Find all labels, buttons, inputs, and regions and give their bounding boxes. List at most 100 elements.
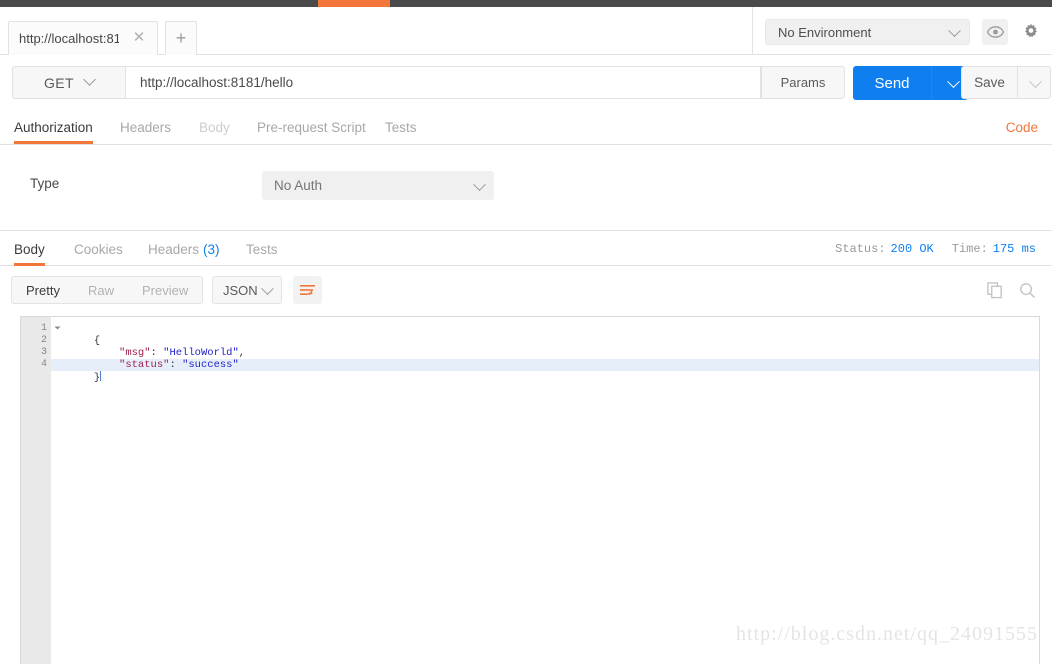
status-label: Status:: [835, 241, 886, 256]
time-value: 175 ms: [992, 241, 1036, 256]
auth-type-label: Type: [30, 176, 60, 191]
search-icon: [1020, 283, 1035, 298]
save-options-button[interactable]: [1017, 66, 1051, 99]
close-icon[interactable]: ✕: [131, 30, 147, 46]
authorization-panel: Type No Auth: [0, 145, 1052, 231]
code-token: ,: [238, 347, 246, 359]
settings-button[interactable]: [1018, 19, 1044, 45]
chevron-down-icon: [83, 73, 96, 86]
response-tabs: Body Cookies Headers (3) Tests Status: 2…: [0, 232, 1052, 266]
save-button[interactable]: Save: [961, 66, 1017, 99]
window-top-strip: [0, 0, 1052, 7]
url-input[interactable]: http://localhost:8181/hello: [125, 66, 761, 99]
view-preview-button[interactable]: Preview: [128, 277, 202, 303]
request-tab-label: http://localhost:818: [19, 31, 119, 46]
copy-icon: [987, 282, 1002, 299]
watermark: http://blog.csdn.net/qq_24091555: [736, 623, 1038, 646]
response-meta: Status: 200 OK Time: 175 ms: [835, 232, 1036, 265]
top-strip-accent: [318, 0, 390, 7]
environment-select-label: No Environment: [778, 24, 872, 40]
tab-pre-request-script[interactable]: Pre-request Script: [257, 110, 366, 144]
gutter-line: 1: [21, 323, 61, 335]
chevron-down-icon: [473, 177, 486, 191]
response-actions: [987, 282, 1036, 299]
tab-authorization[interactable]: Authorization: [14, 110, 93, 144]
plus-icon: +: [175, 28, 187, 48]
copy-button[interactable]: [987, 282, 1004, 299]
eye-icon: [986, 26, 1004, 38]
tab-tests[interactable]: Tests: [385, 110, 417, 144]
tab-headers[interactable]: Headers: [120, 110, 171, 144]
send-button[interactable]: Send: [853, 66, 931, 100]
line-number: 2: [40, 335, 47, 346]
search-button[interactable]: [1019, 282, 1036, 299]
tab-label: Cookies: [74, 241, 123, 257]
tab-bar: http://localhost:818 ✕ + No Environment: [0, 7, 1052, 55]
tab-label: Authorization: [14, 119, 93, 135]
tab-label: Pre-request Script: [257, 119, 366, 135]
request-tab[interactable]: http://localhost:818 ✕: [8, 21, 158, 55]
response-format-select[interactable]: JSON: [212, 276, 282, 304]
code-link-label: Code: [1005, 119, 1038, 135]
json-value: "success": [182, 359, 239, 371]
http-method-label: GET: [44, 74, 74, 91]
word-wrap-button[interactable]: [293, 276, 322, 304]
view-pretty-button[interactable]: Pretty: [12, 277, 74, 303]
gutter-line: 3: [21, 347, 51, 359]
view-label: Raw: [87, 282, 114, 298]
chevron-down-icon: [261, 282, 274, 296]
response-body-editor[interactable]: 1 2 3 4 { "msg": "HelloWorld", "status":…: [20, 316, 1040, 664]
response-view-group: Pretty Raw Preview: [11, 276, 204, 304]
response-format-label: JSON: [223, 282, 258, 298]
environment-select[interactable]: No Environment: [765, 19, 970, 45]
view-label: Preview: [141, 282, 189, 298]
editor-gutter: 1 2 3 4: [21, 317, 61, 664]
line-number: 4: [40, 359, 47, 370]
tab-label: Headers: [120, 119, 172, 135]
toolbar-divider: [752, 7, 753, 55]
gutter-line: 4: [21, 359, 51, 371]
editor-code-area[interactable]: { "msg": "HelloWorld", "status": "succes…: [51, 317, 1039, 664]
tab-label: Body: [199, 119, 230, 135]
environment-quick-look-button[interactable]: [982, 19, 1008, 45]
status-value: 200 OK: [890, 241, 934, 256]
tab-label: Tests: [246, 241, 278, 257]
request-tabs: Authorization Headers Body Pre-request S…: [0, 110, 1052, 145]
url-bar: GET http://localhost:8181/hello Params S…: [0, 55, 1052, 110]
code-line: {: [51, 323, 1039, 347]
code-line: "msg": "HelloWorld",: [51, 335, 1039, 359]
auth-type-value: No Auth: [274, 178, 323, 193]
headers-count-badge: (3): [203, 241, 220, 257]
chevron-down-icon: [947, 75, 960, 89]
tab-body[interactable]: Body: [199, 110, 230, 144]
text-cursor: [100, 371, 102, 381]
new-tab-button[interactable]: +: [165, 21, 197, 55]
response-tab-cookies[interactable]: Cookies: [74, 232, 123, 266]
tab-label: Body: [14, 241, 45, 257]
view-label: Pretty: [26, 282, 60, 298]
tab-label: Headers: [148, 241, 200, 257]
code-token: :: [150, 347, 164, 359]
line-number: 1: [40, 323, 47, 334]
json-key: "status": [119, 359, 170, 371]
line-number: 3: [40, 347, 47, 358]
word-wrap-icon: [300, 284, 315, 295]
http-method-select[interactable]: GET: [12, 66, 125, 99]
view-raw-button[interactable]: Raw: [74, 277, 128, 303]
json-value: "HelloWorld": [163, 347, 239, 359]
chevron-down-icon: [1029, 74, 1042, 88]
response-tab-headers[interactable]: Headers (3): [148, 232, 220, 266]
code-link[interactable]: Code: [1006, 110, 1038, 144]
params-label: Params: [780, 75, 826, 90]
auth-type-select[interactable]: No Auth: [262, 171, 494, 200]
time-label: Time:: [951, 241, 988, 256]
response-tab-body[interactable]: Body: [14, 232, 45, 266]
tab-label: Tests: [385, 119, 417, 135]
response-tab-tests[interactable]: Tests: [246, 232, 278, 266]
code-token: :: [169, 359, 183, 371]
save-label: Save: [974, 75, 1005, 90]
send-label: Send: [874, 74, 910, 92]
chevron-down-icon: [948, 24, 961, 38]
params-button[interactable]: Params: [761, 66, 845, 99]
